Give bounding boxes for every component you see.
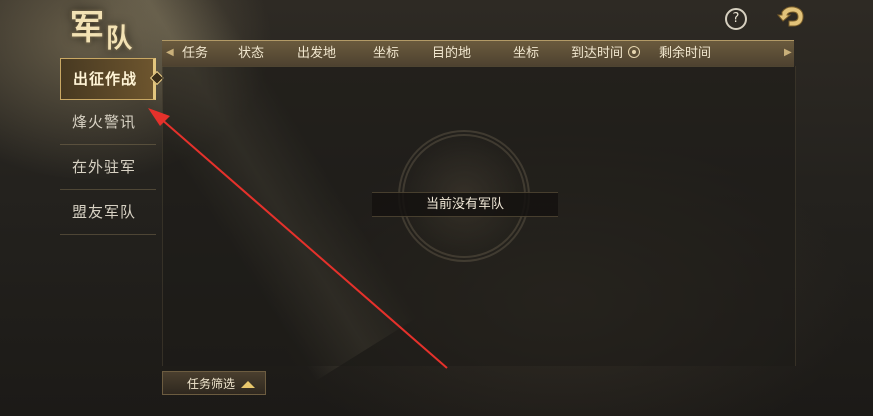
back-arrow-icon[interactable] bbox=[776, 4, 806, 32]
column-header-remaining-time: 剩余时间 bbox=[659, 46, 712, 61]
help-label: ? bbox=[732, 11, 740, 26]
table-header: ◀ 任务 状态 出发地 坐标 目的地 坐标 到达时间 剩余时间 ▶ bbox=[162, 40, 794, 67]
column-header-arrival-label: 到达时间 bbox=[571, 46, 624, 61]
header-left-cap-icon: ◀ bbox=[166, 47, 174, 58]
sidebar-item-label: 烽火警讯 bbox=[72, 113, 137, 131]
column-header-task: 任务 bbox=[182, 46, 209, 61]
column-header-dest-coords: 坐标 bbox=[513, 46, 540, 61]
column-header-origin: 出发地 bbox=[297, 46, 337, 61]
page-title-second: 队 bbox=[106, 24, 135, 54]
column-header-arrival-time[interactable]: 到达时间 bbox=[571, 41, 641, 66]
sidebar-item-label: 盟友军队 bbox=[72, 203, 137, 221]
page-title-main: 军 bbox=[70, 8, 106, 48]
task-filter-label: 任务筛选 bbox=[187, 377, 236, 391]
sidebar-item-label: 在外驻军 bbox=[72, 158, 137, 176]
sidebar-item-alerts[interactable]: 烽火警讯 bbox=[60, 100, 156, 145]
question-circle-icon[interactable]: ? bbox=[725, 8, 747, 30]
sidebar-item-label: 出征作战 bbox=[73, 70, 138, 88]
header-right-cap-icon: ▶ bbox=[784, 47, 792, 58]
column-header-coords: 坐标 bbox=[373, 46, 400, 61]
task-filter-button[interactable]: 任务筛选 bbox=[162, 371, 266, 395]
page-title: 军队 bbox=[70, 0, 150, 54]
sidebar-item-garrison[interactable]: 在外驻军 bbox=[60, 145, 156, 190]
sort-radio-icon[interactable] bbox=[628, 46, 641, 58]
sidebar-item-expedition[interactable]: 出征作战 bbox=[60, 58, 165, 100]
sidebar: 出征作战 烽火警讯 在外驻军 盟友军队 bbox=[60, 58, 165, 235]
triangle-up-icon bbox=[241, 381, 255, 388]
empty-state-message: 当前没有军队 bbox=[372, 192, 558, 217]
column-header-status: 状态 bbox=[238, 46, 265, 61]
sidebar-item-ally-troops[interactable]: 盟友军队 bbox=[60, 190, 156, 235]
column-header-destination: 目的地 bbox=[432, 46, 472, 61]
